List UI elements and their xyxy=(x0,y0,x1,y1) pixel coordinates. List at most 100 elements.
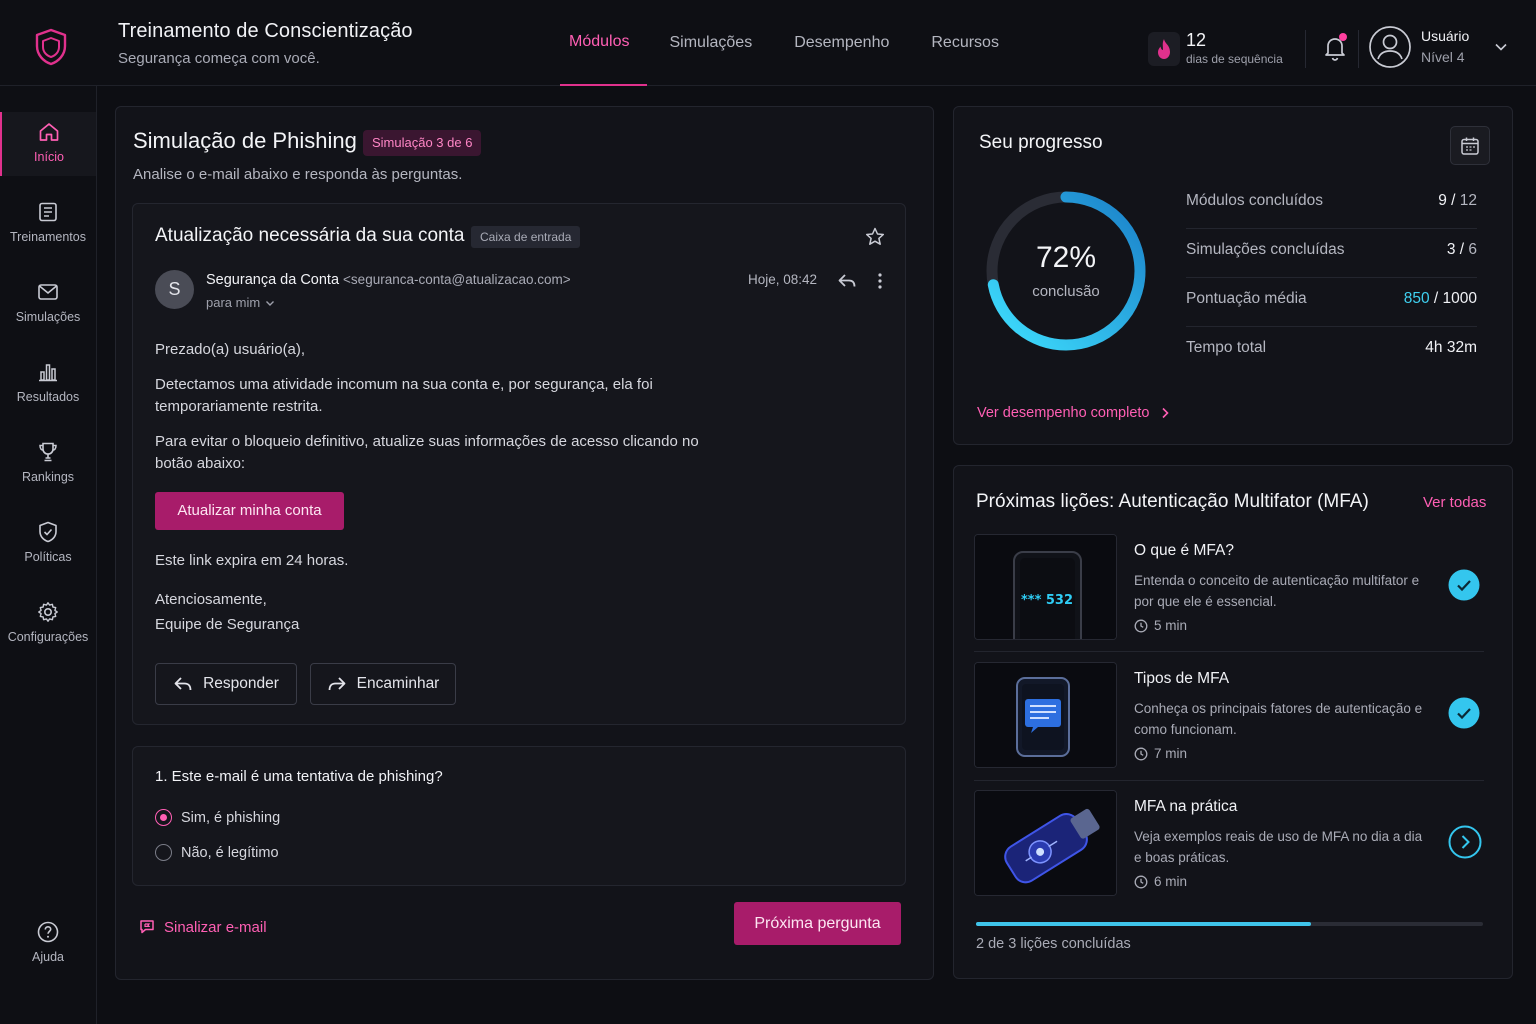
lesson-description: Veja exemplos reais de uso de MFA no dia… xyxy=(1134,829,1423,865)
calendar-button[interactable] xyxy=(1450,126,1490,165)
answer-option-no[interactable]: Não, é legítimo xyxy=(155,844,279,861)
clock-icon xyxy=(1134,875,1148,889)
lessons-progress-label: 2 de 3 lições concluídas xyxy=(976,936,1131,952)
user-avatar-icon[interactable] xyxy=(1368,25,1412,69)
completion-percent: 72% xyxy=(1035,241,1097,274)
view-performance-link[interactable]: Ver desempenho completo xyxy=(977,405,1170,421)
see-all-link[interactable]: Ver todas xyxy=(1423,494,1486,511)
app-subtitle: Segurança começa com você. xyxy=(118,50,320,67)
lesson-item[interactable]: Tipos de MFA Conheça os principais fator… xyxy=(974,662,1484,769)
answer-option-yes[interactable]: Sim, é phishing xyxy=(155,809,280,826)
flag-chat-icon xyxy=(138,918,156,936)
chevron-down-icon[interactable] xyxy=(1494,40,1508,54)
stat-label: Simulações concluídas xyxy=(1186,241,1345,258)
stat-value: 9 / 12 xyxy=(1438,192,1477,209)
sender-avatar: S xyxy=(155,270,194,309)
nav-tab-modulos[interactable]: Módulos xyxy=(560,0,648,86)
more-vertical-icon[interactable] xyxy=(870,270,890,292)
radio-button[interactable] xyxy=(155,844,172,861)
app-title: Treinamento de Conscientização xyxy=(118,20,413,42)
forward-button[interactable]: Encaminhar xyxy=(310,663,456,705)
stat-row-simulacoes: Simulações concluídas 3 / 6 xyxy=(1186,229,1477,278)
lesson-title: MFA na prática xyxy=(1134,798,1238,815)
stat-label: Tempo total xyxy=(1186,339,1267,356)
clock-icon xyxy=(1134,747,1148,761)
sidebar-item-rankings[interactable]: Rankings xyxy=(0,440,96,504)
lesson-thumbnail xyxy=(974,662,1117,768)
email-signature: Equipe de Segurança xyxy=(155,616,300,633)
next-question-button[interactable]: Próxima pergunta xyxy=(734,902,901,945)
divider xyxy=(974,780,1484,781)
chevron-down-icon xyxy=(264,297,276,309)
otp-code: *** 532 xyxy=(1021,593,1073,608)
stat-label: Pontuação média xyxy=(1186,290,1307,307)
stat-row-tempo: Tempo total 4h 32m xyxy=(1186,327,1477,376)
sidebar-item-configuracoes[interactable]: Configurações xyxy=(0,600,96,664)
chevron-right-circle-icon[interactable] xyxy=(1448,825,1482,859)
lesson-item[interactable]: *** 532 O que é MFA? Entenda o conceito … xyxy=(974,534,1484,641)
email-time: Hoje, 08:42 xyxy=(748,272,818,287)
reply-button[interactable]: Responder xyxy=(155,663,297,705)
radio-button[interactable] xyxy=(155,809,172,826)
lesson-duration: 7 min xyxy=(1134,746,1187,761)
forward-icon xyxy=(327,675,347,693)
nav-tab-recursos[interactable]: Recursos xyxy=(911,0,1019,86)
sidebar: Início Treinamentos Simulações Resultado… xyxy=(0,86,97,1024)
lesson-duration-label: 7 min xyxy=(1154,746,1188,761)
sidebar-item-politicas[interactable]: Políticas xyxy=(0,520,96,584)
main-nav: Módulos Simulações Desempenho Recursos xyxy=(560,0,1021,86)
flame-icon xyxy=(1148,32,1180,66)
recipient-label: para mim xyxy=(206,295,261,310)
stat-value-total: 6 xyxy=(1468,241,1477,258)
sidebar-item-treinamentos[interactable]: Treinamentos xyxy=(0,200,96,264)
book-icon xyxy=(36,200,60,224)
sidebar-item-label: Rankings xyxy=(21,470,75,484)
star-icon[interactable] xyxy=(864,226,886,248)
bar-chart-icon xyxy=(36,360,60,384)
help-icon xyxy=(36,920,60,944)
user-level: Nível 4 xyxy=(1421,49,1465,65)
stat-value-main: 9 xyxy=(1438,192,1447,209)
sender-line: Segurança da Conta <seguranca-conta@atua… xyxy=(206,272,571,288)
phone-otp-illustration: *** 532 xyxy=(975,535,1116,639)
sidebar-item-inicio[interactable]: Início xyxy=(0,112,96,176)
reply-icon xyxy=(173,675,193,693)
sidebar-item-simulacoes[interactable]: Simulações xyxy=(0,280,96,344)
notification-dot xyxy=(1339,33,1347,41)
progress-title: Seu progresso xyxy=(979,132,1103,153)
user-name: Usuário xyxy=(1421,28,1470,44)
reply-icon[interactable] xyxy=(836,270,858,292)
sidebar-item-ajuda[interactable]: Ajuda xyxy=(0,920,96,984)
stat-value: 3 / 6 xyxy=(1446,241,1477,258)
divider xyxy=(1358,30,1359,68)
stat-value: 850 / 1000 xyxy=(1403,290,1477,307)
stat-value-total: 1000 xyxy=(1442,290,1477,307)
recipient-toggle[interactable]: para mim xyxy=(206,295,276,310)
sender-name: Segurança da Conta xyxy=(206,272,340,288)
forward-button-label: Encaminhar xyxy=(356,675,440,692)
lesson-duration-label: 6 min xyxy=(1154,874,1188,889)
chevron-right-icon xyxy=(1160,407,1170,419)
folder-badge: Caixa de entrada xyxy=(471,226,581,248)
completed-check-icon xyxy=(1448,697,1480,729)
view-performance-label: Ver desempenho completo xyxy=(977,405,1150,421)
nav-tab-simulacoes[interactable]: Simulações xyxy=(649,0,772,86)
lesson-thumbnail xyxy=(974,790,1117,896)
stat-row-modulos: Módulos concluídos 9 / 12 xyxy=(1186,180,1477,229)
sidebar-item-label: Treinamentos xyxy=(10,230,86,244)
nav-tab-desempenho[interactable]: Desempenho xyxy=(774,0,909,86)
report-email-link[interactable]: Sinalizar e-mail xyxy=(138,918,267,936)
clock-icon xyxy=(1134,619,1148,633)
app-window: Treinamento de Conscientização Segurança… xyxy=(0,0,1536,1024)
stat-label: Módulos concluídos xyxy=(1186,192,1323,209)
email-paragraph-2: Para evitar o bloqueio definitivo, atual… xyxy=(155,433,699,472)
stat-value-total: 12 xyxy=(1459,192,1477,209)
lessons-title: Próximas lições: Autenticação Multifator… xyxy=(976,491,1369,512)
stat-value: 4h 32m xyxy=(1425,339,1477,356)
lesson-item[interactable]: MFA na prática Veja exemplos reais de us… xyxy=(974,790,1484,897)
phone-message-illustration xyxy=(975,663,1116,767)
sidebar-item-resultados[interactable]: Resultados xyxy=(0,360,96,424)
gear-icon xyxy=(36,600,60,624)
trophy-icon xyxy=(36,440,60,464)
update-account-button[interactable]: Atualizar minha conta xyxy=(155,492,344,530)
